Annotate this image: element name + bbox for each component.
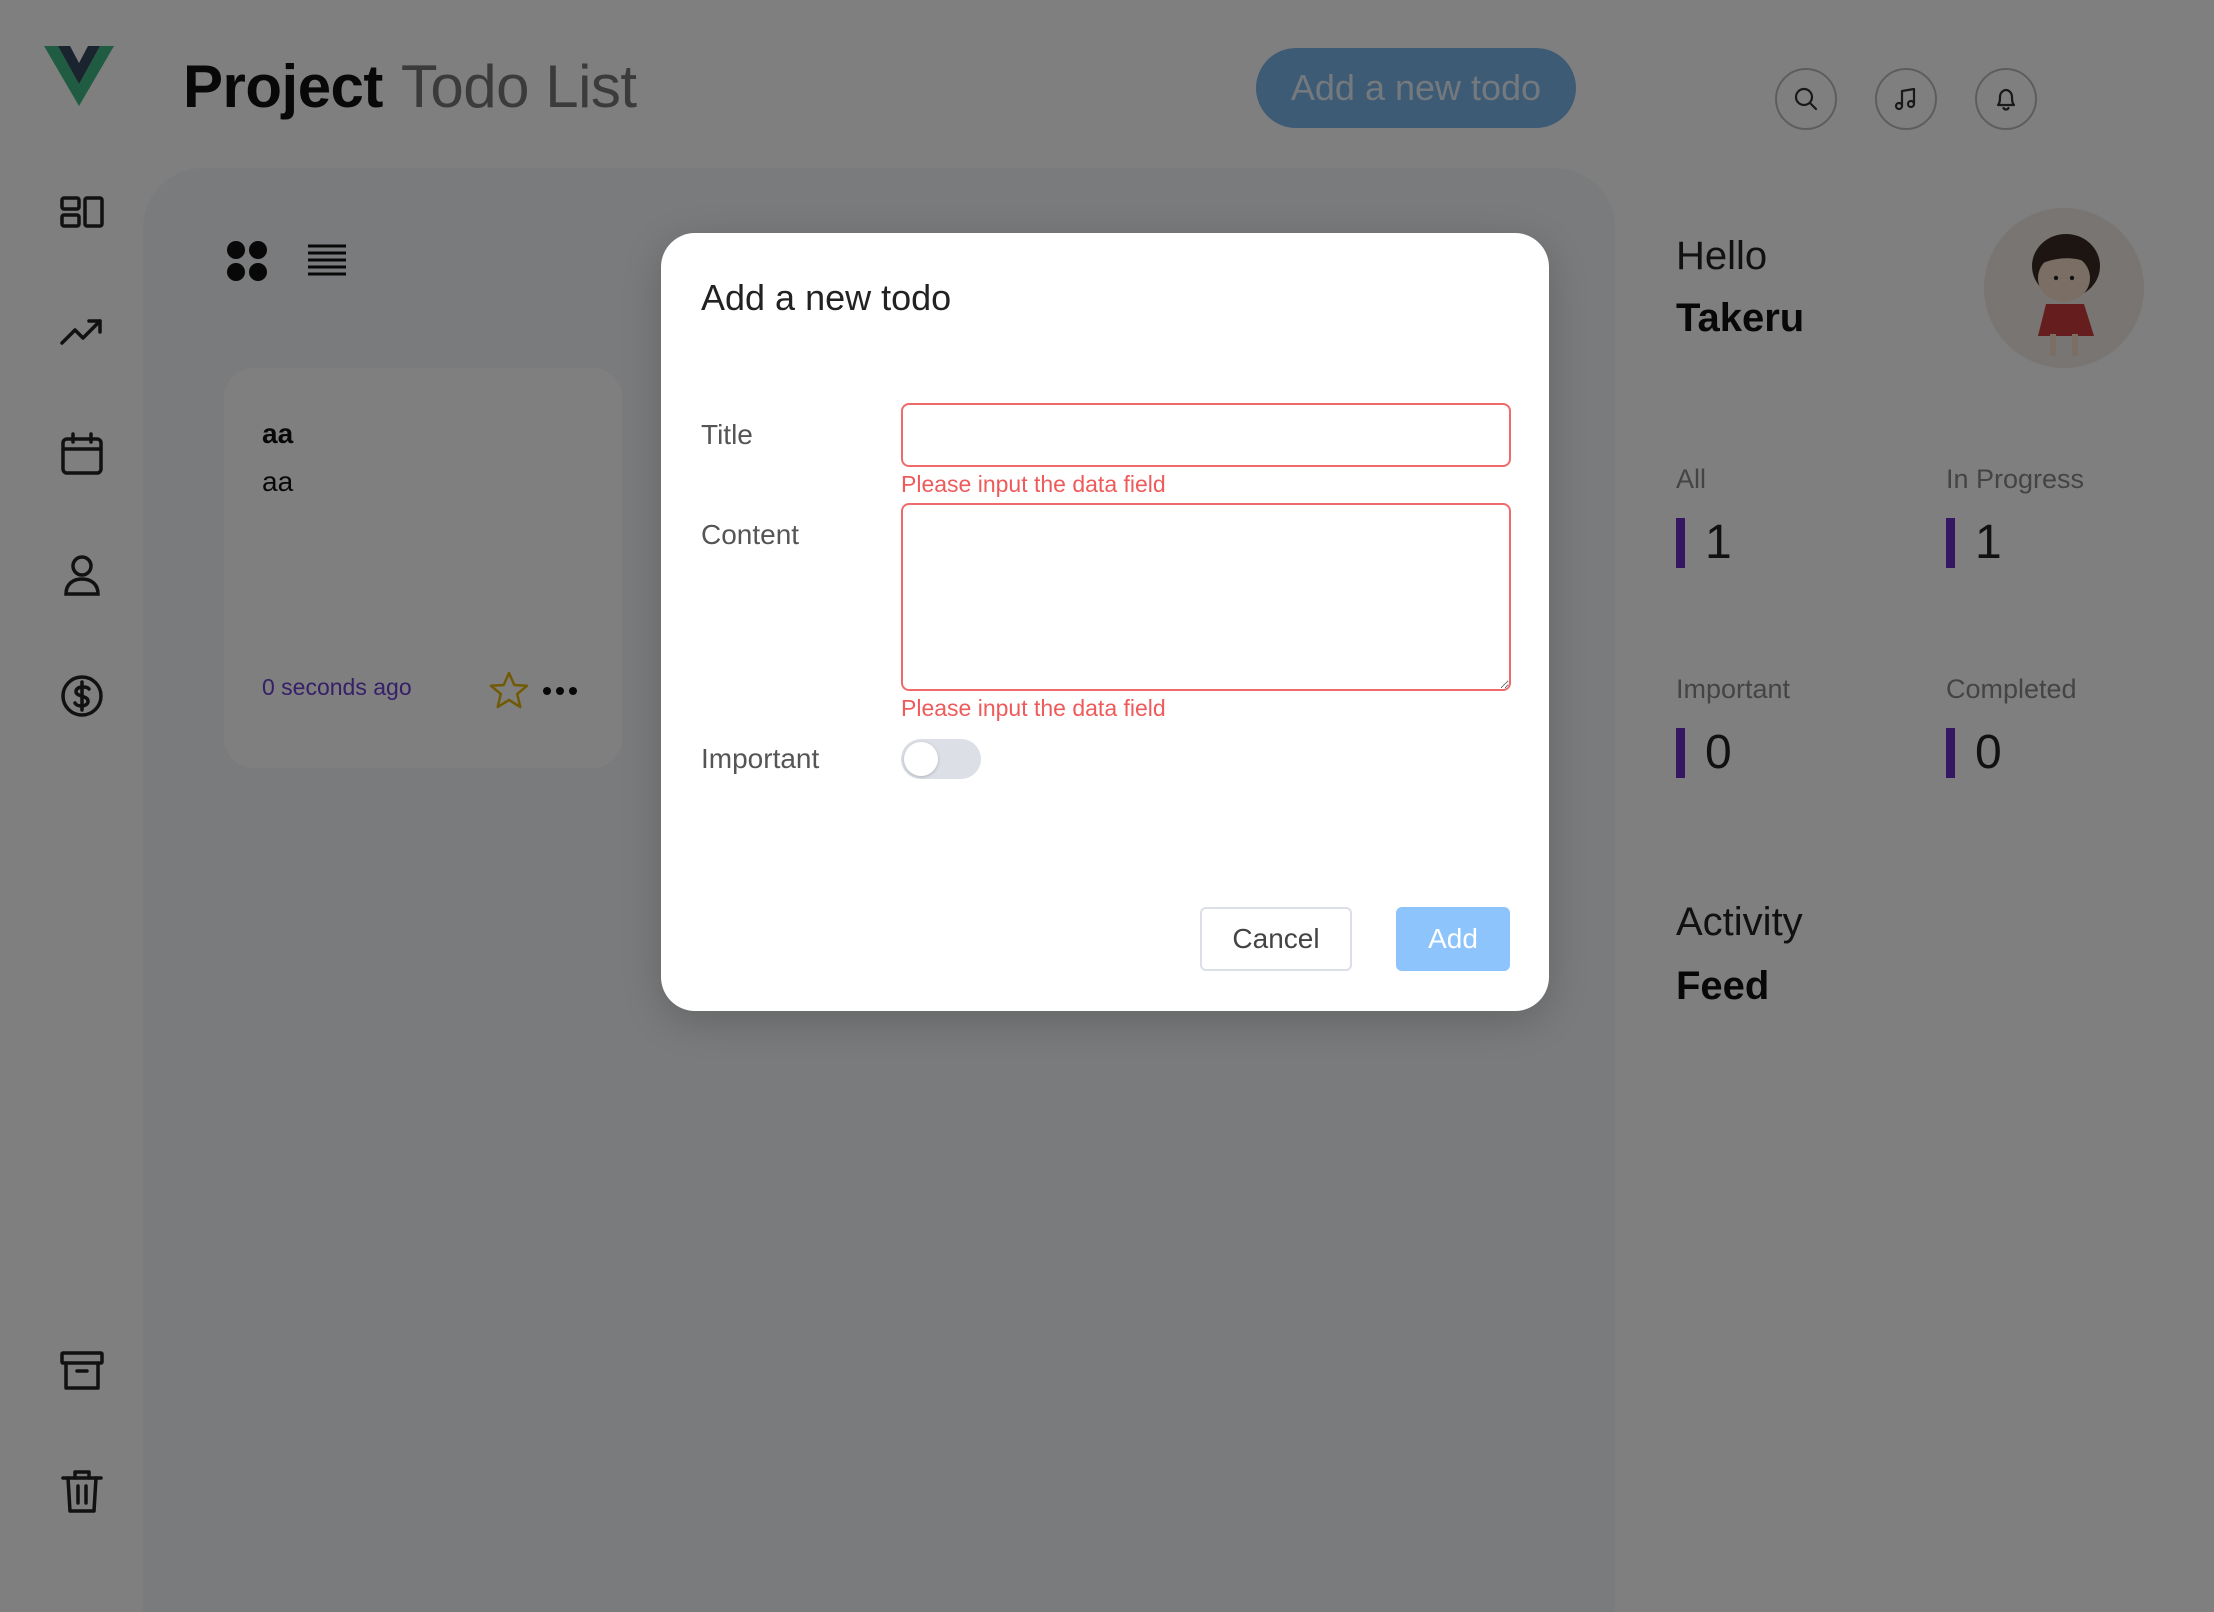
content-label: Content xyxy=(701,519,800,550)
important-toggle[interactable] xyxy=(901,739,981,779)
content-textarea[interactable] xyxy=(901,503,1511,691)
title-label: Title xyxy=(701,419,753,450)
title-error: Please input the data field xyxy=(901,471,1166,497)
cancel-button[interactable]: Cancel xyxy=(1200,907,1352,971)
toggle-knob xyxy=(904,742,938,776)
add-button[interactable]: Add xyxy=(1396,907,1510,971)
dialog-title: Add a new todo xyxy=(701,277,952,318)
important-label: Important xyxy=(701,743,820,774)
content-error: Please input the data field xyxy=(901,695,1166,721)
title-input[interactable] xyxy=(901,403,1511,467)
add-todo-dialog: Add a new todo Title Please input the da… xyxy=(661,233,1549,1011)
